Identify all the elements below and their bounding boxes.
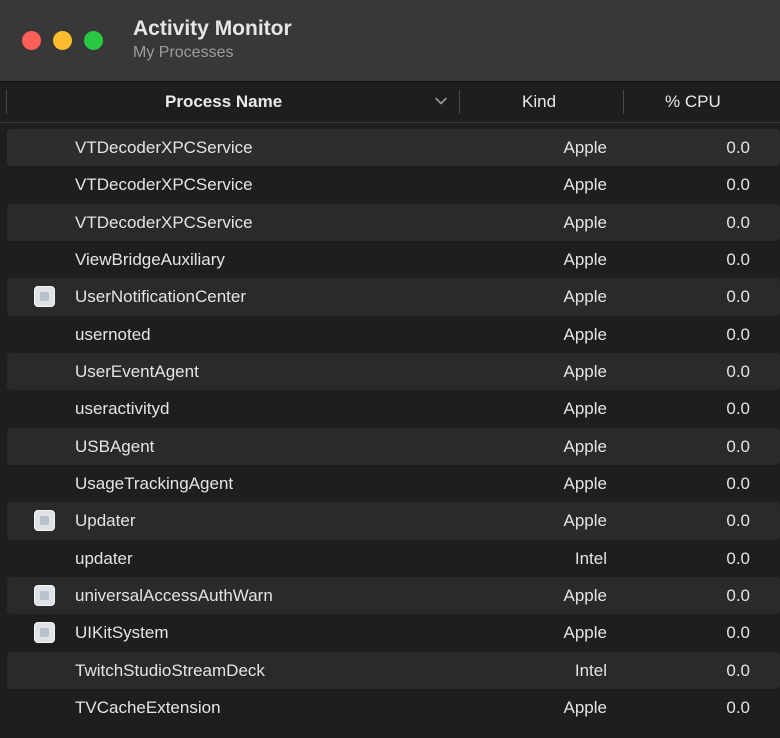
table-row[interactable]: usernoted Apple 0.0	[0, 316, 780, 353]
close-window-button[interactable]	[22, 31, 41, 50]
process-name: VTDecoderXPCService	[75, 138, 253, 157]
table-row[interactable]: VTDecoderXPCService Apple 0.0	[0, 129, 780, 167]
title-bar: Activity Monitor My Processes	[0, 0, 780, 82]
process-name: UserNotificationCenter	[75, 287, 247, 307]
process-cpu: 0.0	[726, 586, 750, 606]
table-header: Process Name Kind % CPU	[0, 82, 780, 123]
window-subtitle: My Processes	[133, 44, 234, 61]
process-cpu: 0.0	[726, 250, 750, 270]
process-name: TwitchStudioStreamDeck	[75, 660, 265, 680]
process-name: UIKitSystem	[75, 623, 169, 643]
table-row[interactable]: UserEventAgent Apple 0.0	[0, 353, 780, 391]
process-kind: Apple	[563, 362, 607, 382]
process-name: VTDecoderXPCService	[75, 175, 253, 195]
process-kind: Apple	[563, 287, 607, 307]
table-row[interactable]: UserNotificationCenter Apple 0.0	[0, 278, 780, 316]
table-row[interactable]: ViewBridgeAuxiliary Apple 0.0	[0, 241, 780, 278]
process-cpu: 0.0	[726, 511, 750, 531]
app-icon	[34, 286, 55, 308]
process-name: Updater	[75, 511, 136, 531]
app-icon	[34, 585, 55, 607]
table-row[interactable]: Updater Apple 0.0	[0, 502, 780, 540]
process-kind: Apple	[563, 436, 607, 456]
column-header-kind[interactable]: Kind	[522, 92, 556, 112]
table-row[interactable]: updater Intel 0.0	[0, 540, 780, 577]
process-name: TVCacheExtension	[75, 698, 221, 718]
window-title: Activity Monitor	[133, 17, 292, 40]
process-cpu: 0.0	[726, 474, 750, 494]
process-name: VTDecoderXPCService	[75, 212, 253, 232]
process-kind: Apple	[563, 250, 607, 270]
zoom-window-button[interactable]	[84, 31, 103, 50]
process-cpu: 0.0	[726, 287, 750, 307]
process-kind: Apple	[563, 698, 607, 718]
process-kind: Apple	[563, 175, 607, 195]
process-cpu: 0.0	[726, 548, 750, 568]
app-icon	[34, 622, 55, 644]
process-name: ViewBridgeAuxiliary	[75, 250, 225, 270]
process-cpu: 0.0	[726, 324, 750, 344]
table-row[interactable]: UIKitSystem Apple 0.0	[0, 614, 780, 651]
app-icon	[34, 510, 55, 532]
process-cpu: 0.0	[726, 362, 750, 382]
process-cpu: 0.0	[726, 399, 750, 419]
process-kind: Apple	[563, 586, 607, 606]
chevron-down-icon[interactable]	[434, 94, 448, 108]
process-name: usernoted	[75, 324, 151, 344]
table-row[interactable]: useractivityd Apple 0.0	[0, 390, 780, 427]
process-kind: Apple	[563, 623, 607, 643]
process-cpu: 0.0	[726, 175, 750, 195]
process-table: VTDecoderXPCService Apple 0.0 VTDecoderXPCS…	[0, 129, 780, 727]
process-name: UserEventAgent	[75, 362, 199, 382]
column-header-cpu[interactable]: % CPU	[665, 92, 721, 112]
table-row[interactable]: USBAgent Apple 0.0	[0, 427, 780, 466]
table-row[interactable]: universalAccessAuthWarn Apple 0.0	[0, 577, 780, 615]
minimize-window-button[interactable]	[53, 31, 72, 50]
process-cpu: 0.0	[726, 212, 750, 232]
table-row[interactable]: TwitchStudioStreamDeck Intel 0.0	[0, 651, 780, 690]
process-kind: Intel	[574, 548, 607, 568]
process-name: universalAccessAuthWarn	[75, 586, 273, 606]
table-row[interactable]: TVCacheExtension Apple 0.0	[0, 689, 780, 726]
process-kind: Apple	[563, 138, 607, 157]
process-cpu: 0.0	[726, 623, 750, 643]
process-kind: Apple	[563, 399, 607, 419]
process-cpu: 0.0	[726, 138, 750, 157]
process-kind: Intel	[574, 660, 607, 680]
process-cpu: 0.0	[726, 436, 750, 456]
process-name: UsageTrackingAgent	[75, 474, 234, 494]
column-divider[interactable]	[623, 90, 624, 114]
process-kind: Apple	[563, 212, 607, 232]
process-kind: Apple	[563, 324, 607, 344]
column-divider[interactable]	[459, 90, 460, 114]
activity-monitor-window: Activity Monitor My Processes Process Na…	[0, 0, 780, 738]
column-divider	[6, 90, 7, 114]
process-cpu: 0.0	[726, 698, 750, 718]
process-name: updater	[75, 548, 133, 568]
process-name: USBAgent	[75, 436, 155, 456]
table-row[interactable]: VTDecoderXPCService Apple 0.0	[0, 166, 780, 203]
table-row[interactable]: VTDecoderXPCService Apple 0.0	[0, 203, 780, 242]
process-name: useractivityd	[75, 399, 170, 419]
process-kind: Apple	[563, 511, 607, 531]
table-row[interactable]: UsageTrackingAgent Apple 0.0	[0, 465, 780, 502]
process-cpu: 0.0	[726, 660, 750, 680]
column-header-process-name[interactable]: Process Name	[165, 92, 282, 112]
process-kind: Apple	[563, 474, 607, 494]
